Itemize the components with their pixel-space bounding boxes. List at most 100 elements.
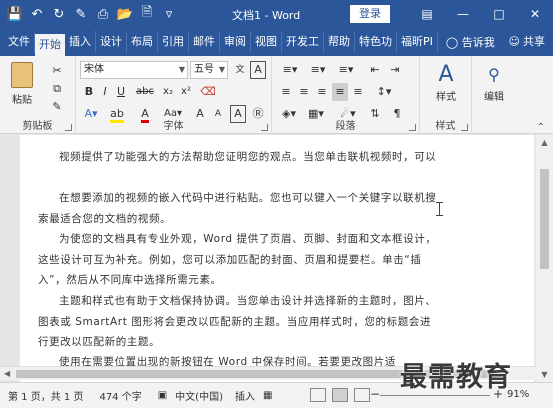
justify-icon[interactable]: ≡ bbox=[332, 83, 348, 101]
zoom-slider[interactable] bbox=[380, 395, 490, 396]
align-center-icon[interactable]: ≡ bbox=[296, 83, 312, 101]
line-spacing-icon[interactable]: ↕▾ bbox=[372, 83, 396, 101]
copy-icon[interactable]: ⧉ bbox=[48, 80, 66, 98]
multilevel-list-icon[interactable]: ≡▾ bbox=[334, 61, 358, 79]
paste-label: 粘贴 bbox=[12, 95, 32, 106]
title-bar: 💾 ↶ ↻ ✎ ⎙ 📂 🗎 ▿ 文档1 - Word 登录 ▤ — □ ✕ bbox=[0, 0, 553, 28]
phonetic-guide-icon[interactable]: 文 bbox=[232, 61, 248, 79]
paragraph-3[interactable]: 为使您的文档具有专业外观，Word 提供了页眉、页脚、封面和文本框设计，这些设计… bbox=[38, 229, 438, 291]
styles-launcher-icon[interactable] bbox=[461, 124, 468, 131]
watermark-logo: 最需教育 bbox=[400, 362, 512, 393]
insert-mode[interactable]: 插入 bbox=[235, 388, 255, 403]
editing-group: ⚲ 编辑 bbox=[472, 56, 516, 134]
paragraph-1[interactable]: 视频提供了功能强大的方法帮助您证明您的观点。当您单击联机视频时，可以 bbox=[38, 147, 438, 168]
ribbon-display-options-icon[interactable]: ▤ bbox=[409, 0, 445, 28]
font-name-combo[interactable]: 宋体 ▼ bbox=[80, 61, 188, 79]
document-page[interactable]: 视频提供了功能强大的方法帮助您证明您的观点。当您单击联机视频时，可以 在想要添加… bbox=[20, 135, 534, 382]
minimize-icon[interactable]: — bbox=[445, 0, 481, 28]
align-right-icon[interactable]: ≡ bbox=[314, 83, 330, 101]
char-border-icon[interactable]: A bbox=[250, 61, 266, 79]
tell-me-box[interactable]: ◯ 告诉我 bbox=[446, 34, 495, 50]
quick-access-toolbar: 💾 ↶ ↻ ✎ ⎙ 📂 🗎 ▿ bbox=[0, 0, 180, 28]
increase-indent-icon[interactable]: ⇥ bbox=[386, 61, 404, 79]
tab-developer[interactable]: 开发工 bbox=[282, 31, 324, 53]
styles-button[interactable]: A 样式 bbox=[426, 62, 466, 103]
vertical-scroll-thumb[interactable] bbox=[540, 169, 549, 269]
share-button[interactable]: ☺ 共享 bbox=[509, 33, 545, 49]
tab-mailings[interactable]: 邮件 bbox=[189, 31, 220, 53]
distributed-icon[interactable]: ≡ bbox=[350, 83, 366, 101]
clipboard-group-label: 剪贴板 bbox=[22, 121, 53, 132]
proofing-icon[interactable]: ▣ bbox=[158, 390, 167, 401]
tab-layout[interactable]: 布局 bbox=[127, 31, 158, 53]
tab-view[interactable]: 视图 bbox=[251, 31, 282, 53]
share-label: 共享 bbox=[523, 35, 545, 48]
paste-icon bbox=[11, 62, 33, 88]
paragraph-launcher-icon[interactable] bbox=[409, 124, 416, 131]
bullets-icon[interactable]: ≡▾ bbox=[278, 61, 302, 79]
clipboard-launcher-icon[interactable] bbox=[65, 124, 72, 131]
new-icon[interactable]: 🗎 bbox=[136, 0, 158, 28]
login-button[interactable]: 登录 bbox=[350, 5, 390, 23]
save-icon[interactable]: 💾 bbox=[4, 0, 26, 28]
macro-record-icon[interactable]: ▦ bbox=[263, 390, 272, 401]
tab-review[interactable]: 审阅 bbox=[220, 31, 251, 53]
tab-insert[interactable]: 插入 bbox=[65, 31, 96, 53]
print-preview-icon[interactable]: ⎙ bbox=[92, 0, 114, 28]
zoom-out-button[interactable]: − bbox=[370, 387, 380, 401]
ribbon-tabs: 文件 开始 插入 设计 布局 引用 邮件 审阅 视图 开发工 帮助 特色功 福昕… bbox=[0, 28, 553, 56]
decrease-indent-icon[interactable]: ⇤ bbox=[366, 61, 384, 79]
tab-help[interactable]: 帮助 bbox=[324, 31, 355, 53]
tab-file[interactable]: 文件 bbox=[4, 31, 35, 53]
lightbulb-icon: ◯ bbox=[445, 35, 462, 49]
font-name-value: 宋体 bbox=[84, 64, 104, 75]
ribbon: 粘贴 ✂ ⧉ ✎ 剪贴板 宋体 ▼ 五号 ▼ 文 A B I U abc x₂ … bbox=[0, 56, 553, 134]
bold-button[interactable]: B bbox=[82, 83, 96, 101]
superscript-button[interactable]: x² bbox=[178, 83, 194, 101]
font-launcher-icon[interactable] bbox=[261, 124, 268, 131]
tab-design[interactable]: 设计 bbox=[96, 31, 127, 53]
cut-icon[interactable]: ✂ bbox=[48, 62, 66, 80]
print-layout-icon[interactable] bbox=[332, 388, 348, 402]
customize-icon[interactable]: ▿ bbox=[158, 0, 180, 28]
tab-references[interactable]: 引用 bbox=[158, 31, 189, 53]
paragraph-2[interactable]: 在想要添加的视频的嵌入代码中进行粘贴。您也可以键入一个关键字以联机搜索最适合您的… bbox=[38, 188, 438, 229]
scroll-left-icon[interactable]: ◀ bbox=[4, 367, 10, 381]
styles-label: 样式 bbox=[436, 92, 456, 103]
scroll-down-icon[interactable]: ▼ bbox=[536, 367, 553, 382]
language[interactable]: 中文(中国) bbox=[175, 388, 223, 403]
editing-button[interactable]: ⚲ 编辑 bbox=[476, 62, 512, 103]
format-painter-ribbon-icon[interactable]: ✎ bbox=[48, 98, 66, 116]
tab-special[interactable]: 特色功 bbox=[355, 31, 397, 53]
numbering-icon[interactable]: ≡▾ bbox=[306, 61, 330, 79]
font-group: 宋体 ▼ 五号 ▼ 文 A B I U abc x₂ x² ⌫ A▾ ab A … bbox=[76, 56, 272, 134]
vertical-scrollbar[interactable]: ▲ ▼ bbox=[536, 135, 553, 382]
close-icon[interactable]: ✕ bbox=[517, 0, 553, 28]
tab-home[interactable]: 开始 bbox=[35, 34, 65, 56]
page-count[interactable]: 第 1 页，共 1 页 bbox=[8, 388, 83, 403]
tab-foxit[interactable]: 福昕PI bbox=[397, 31, 438, 53]
font-group-label: 字体 bbox=[163, 121, 184, 132]
collapse-ribbon-icon[interactable]: ⌃ bbox=[537, 122, 545, 133]
paragraph-4[interactable]: 主题和样式也有助于文档保持协调。当您单击设计并选择新的主题时，图片、图表或 Sm… bbox=[38, 291, 438, 353]
tell-me-label: 告诉我 bbox=[461, 36, 495, 49]
web-layout-icon[interactable] bbox=[354, 388, 370, 402]
font-size-value: 五号 bbox=[194, 64, 214, 75]
redo-icon[interactable]: ↻ bbox=[48, 0, 70, 28]
align-left-icon[interactable]: ≡ bbox=[278, 83, 294, 101]
strikethrough-button[interactable]: abc bbox=[134, 83, 156, 101]
subscript-button[interactable]: x₂ bbox=[160, 83, 176, 101]
underline-button[interactable]: U bbox=[114, 83, 128, 101]
word-count[interactable]: 474 个字 bbox=[99, 388, 141, 403]
italic-button[interactable]: I bbox=[98, 83, 112, 101]
read-mode-icon[interactable] bbox=[310, 388, 326, 402]
maximize-icon[interactable]: □ bbox=[481, 0, 517, 28]
scroll-up-icon[interactable]: ▲ bbox=[536, 135, 553, 150]
document-area: 视频提供了功能强大的方法帮助您证明您的观点。当您单击联机视频时，可以 在想要添加… bbox=[0, 135, 553, 382]
open-icon[interactable]: 📂 bbox=[114, 0, 136, 28]
font-size-combo[interactable]: 五号 ▼ bbox=[190, 61, 228, 79]
paste-button[interactable]: 粘贴 bbox=[6, 62, 38, 106]
format-painter-icon[interactable]: ✎ bbox=[70, 0, 92, 28]
clear-formatting-icon[interactable]: ⌫ bbox=[200, 83, 216, 101]
undo-icon[interactable]: ↶ bbox=[26, 0, 48, 28]
